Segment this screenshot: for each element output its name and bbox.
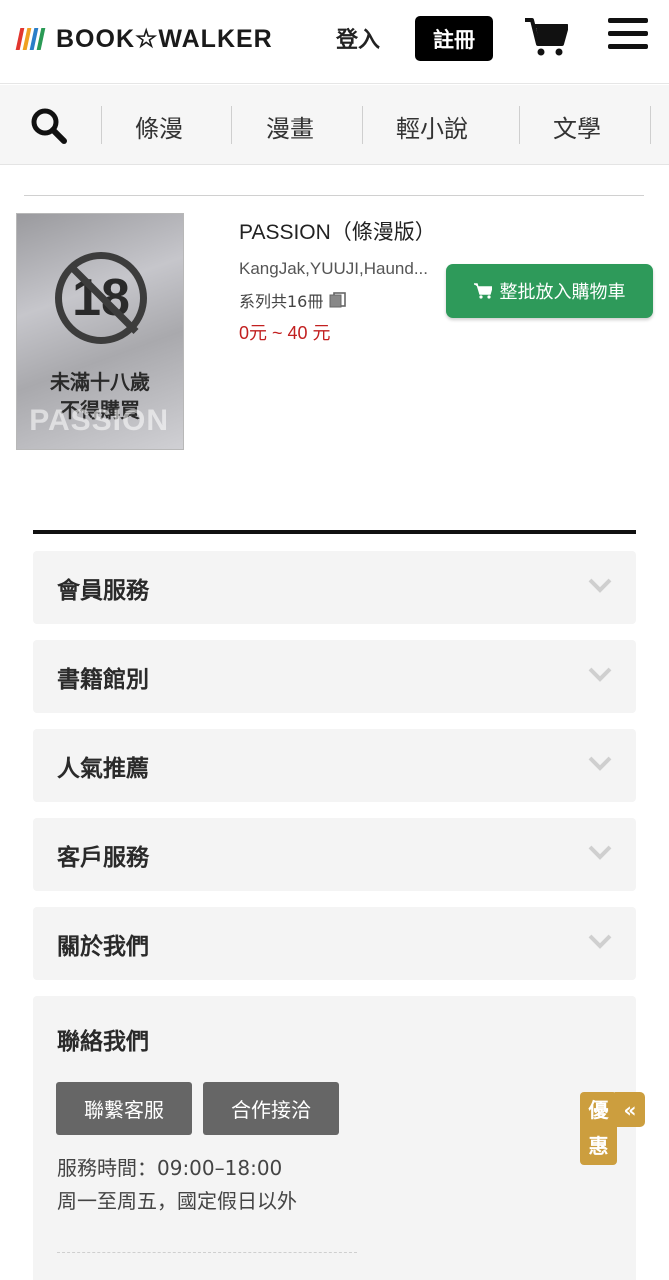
promo-float-button[interactable]: 優 惠 «: [580, 1092, 646, 1166]
accordion-customer-service[interactable]: 客戶服務: [33, 818, 636, 891]
chevron-down-icon: [588, 934, 612, 949]
books-icon: [329, 292, 347, 308]
book-authors[interactable]: KangJak,YUUJI,Haund...: [239, 259, 428, 279]
accordion-popular-picks[interactable]: 人氣推薦: [33, 729, 636, 802]
nav-item-webtoon[interactable]: 條漫: [135, 109, 183, 144]
shopping-cart-icon[interactable]: [524, 17, 568, 57]
cover-warning-line1: 未滿十八歲: [50, 370, 150, 394]
promo-line2: 惠: [588, 1134, 609, 1158]
accordion-book-categories[interactable]: 書籍館別: [33, 640, 636, 713]
logo-text: BOOK☆WALKER: [56, 25, 273, 53]
service-days-text: 周一至周五，國定假日以外: [57, 1189, 297, 1213]
nav-item-manga[interactable]: 漫畫: [266, 109, 314, 144]
nav-divider: [519, 106, 520, 144]
search-icon[interactable]: [30, 107, 68, 145]
hamburger-menu-icon[interactable]: [608, 18, 648, 54]
promo-line1: 優: [588, 1098, 609, 1122]
book-price: 0元 ~ 40 元: [239, 323, 331, 343]
contact-title: 聯絡我們: [57, 1029, 149, 1055]
book-title[interactable]: PASSION（條漫版）: [239, 216, 436, 246]
accordion-label: 人氣推薦: [57, 756, 149, 782]
accordion-about-us[interactable]: 關於我們: [33, 907, 636, 980]
chevron-down-icon: [588, 667, 612, 682]
chevron-down-icon: [588, 756, 612, 771]
login-link[interactable]: 登入: [336, 22, 380, 54]
chevron-down-icon: [588, 845, 612, 860]
bookwalker-logo[interactable]: BOOK☆WALKER: [15, 24, 273, 54]
contact-us-section: 聯絡我們 聯繫客服 合作接洽 服務時間：09:00–18:00 周一至周五，國定…: [33, 996, 636, 1280]
add-all-to-cart-label: 整批放入購物車: [499, 282, 626, 303]
dashed-divider: [57, 1252, 357, 1253]
nav-divider: [101, 106, 102, 144]
accordion-label: 會員服務: [57, 578, 149, 604]
accordion-label: 書籍館別: [57, 667, 149, 693]
nav-item-literature[interactable]: 文學: [553, 109, 601, 144]
accordion-label: 客戶服務: [57, 845, 149, 871]
accordion-label: 關於我們: [57, 934, 149, 960]
service-hours-text: 服務時間：09:00–18:00: [57, 1156, 283, 1180]
chevron-down-icon: [588, 578, 612, 593]
top-header: BOOK☆WALKER 登入 註冊: [0, 0, 669, 84]
section-divider: [24, 195, 644, 196]
register-button[interactable]: 註冊: [415, 16, 493, 61]
cover-title: PASSION: [29, 404, 169, 437]
accordion-member-services[interactable]: 會員服務: [33, 551, 636, 624]
category-nav: 條漫 漫畫 輕小說 文學: [0, 85, 669, 165]
series-count-text: 系列共16冊: [239, 292, 324, 311]
book-cover[interactable]: 18 未滿十八歲 不得購買 PASSION: [16, 213, 184, 450]
business-inquiry-button[interactable]: 合作接洽: [203, 1082, 339, 1135]
add-all-to-cart-button[interactable]: 整批放入購物車: [446, 264, 653, 318]
contact-support-button[interactable]: 聯繫客服: [56, 1082, 192, 1135]
nav-item-light-novel[interactable]: 輕小說: [396, 109, 468, 144]
service-hours: 服務時間：09:00–18:00 周一至周五，國定假日以外: [57, 1152, 297, 1218]
footer-top-rule: [33, 530, 636, 534]
nav-divider: [231, 106, 232, 144]
collapse-arrow-icon[interactable]: «: [615, 1092, 645, 1127]
age-restriction-icon: 18: [55, 252, 147, 344]
logo-bars: [15, 28, 46, 50]
cart-icon: [473, 283, 492, 299]
nav-divider: [362, 106, 363, 144]
series-count: 系列共16冊: [239, 288, 347, 312]
nav-divider: [650, 106, 651, 144]
promo-tag: 優 惠: [580, 1092, 617, 1165]
